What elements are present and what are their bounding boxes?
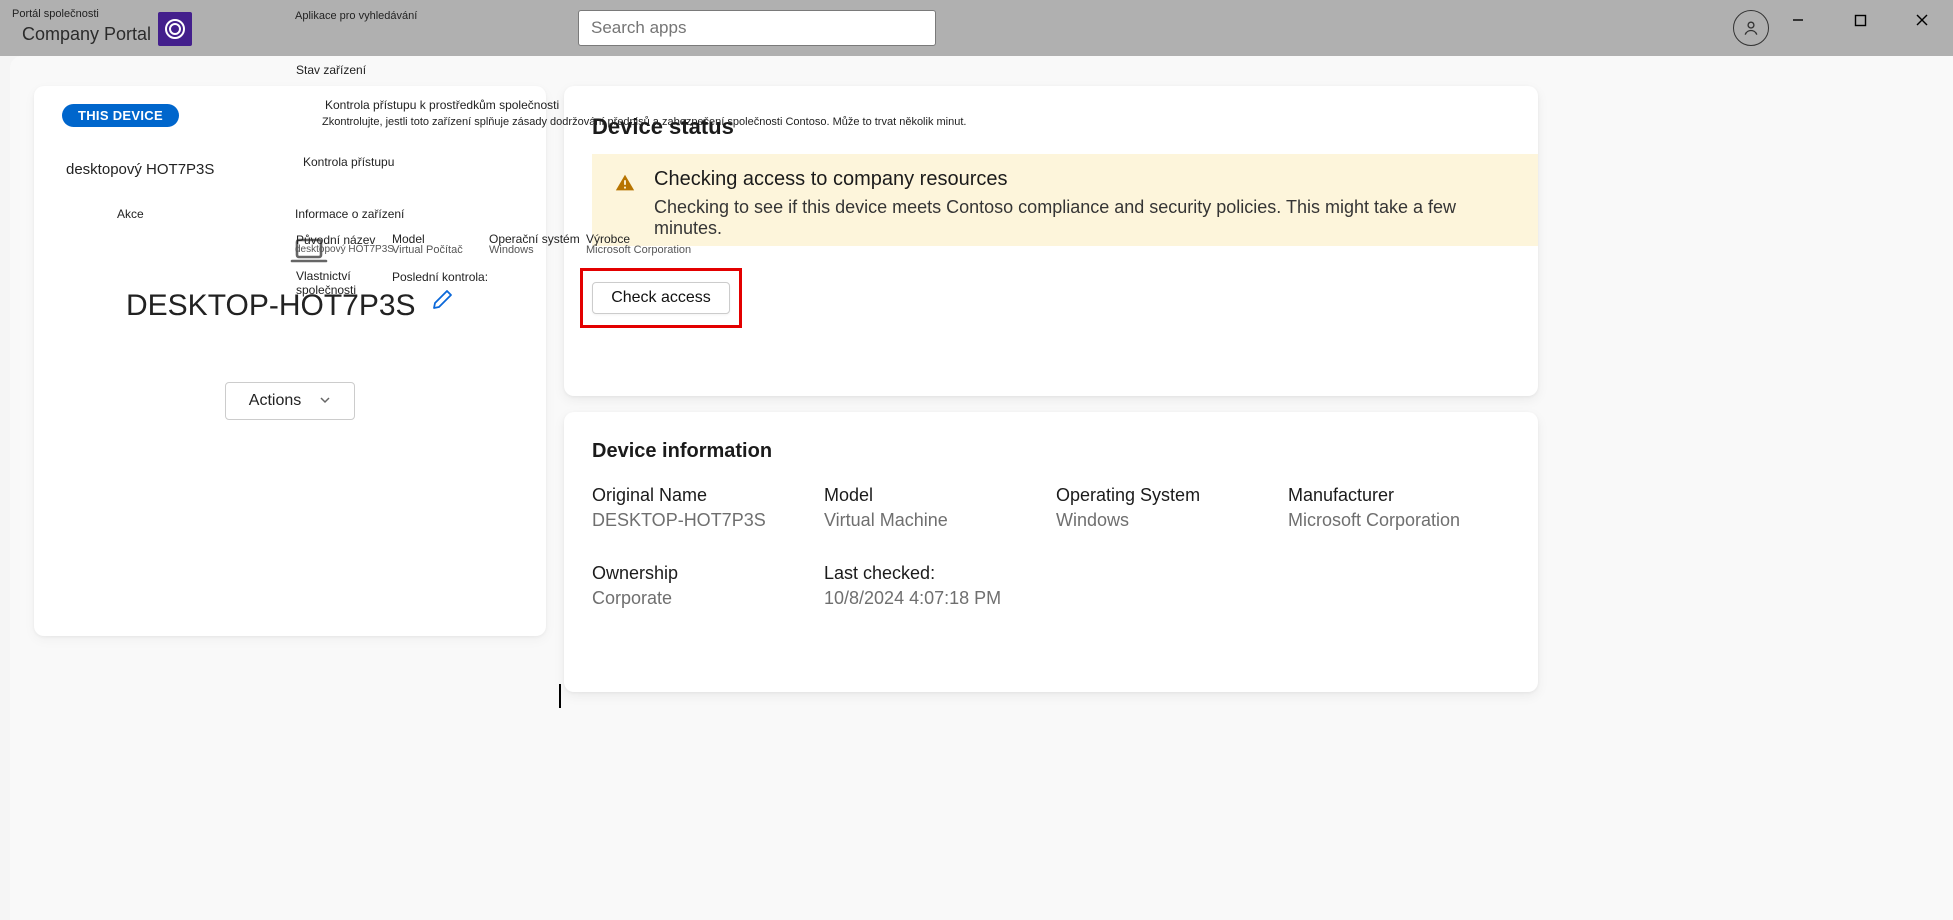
original-name-value: DESKTOP-HOT7P3S [592,510,814,531]
chevron-down-icon [319,394,331,409]
overlay-kontrola-desc: Zkontrolujte, jestli toto zařízení splňu… [322,116,966,128]
overlay-akce: Akce [117,207,144,221]
window-controls [1767,0,1953,40]
notice-description: Checking to see if this device meets Con… [654,197,1516,239]
overlay-kontrola-pristupu: Kontrola přístupu [303,155,394,169]
device-info-heading: Device information [592,440,1510,463]
this-device-badge: THIS DEVICE [62,104,179,127]
overlay-vlast-label: Vlastnictví [296,269,351,283]
search-input[interactable] [578,10,936,46]
device-name: DESKTOP-HOT7P3S [126,289,416,323]
os-label: Operating System [1056,485,1278,506]
device-status-card: Device status Checking access to company… [564,86,1538,396]
overlay-vlast2-label: společnosti [296,283,356,297]
model-value: Virtual Machine [824,510,1046,531]
rename-button[interactable] [430,288,454,317]
titlebar: Portál společnosti Company Portal Aplika… [0,0,1953,56]
device-info-card: Device information Original Name DESKTOP… [564,412,1538,692]
company-portal-logo-icon [158,12,192,46]
overlay-info-label: Informace o zařízení [295,207,404,221]
info-model: Model Virtual Machine [824,485,1046,531]
lastchecked-value: 10/8/2024 4:07:18 PM [824,588,1046,609]
os-value: Windows [1056,510,1278,531]
info-ownership: Ownership Corporate [592,563,814,609]
info-lastchecked: Last checked: 10/8/2024 4:07:18 PM [824,563,1046,609]
actions-dropdown[interactable]: Actions [225,382,355,420]
info-os: Operating System Windows [1056,485,1278,531]
search-label-small: Aplikace pro vyhledávání [295,10,417,22]
original-name-label: Original Name [592,485,814,506]
app-title: Company Portal [22,24,151,45]
overlay-model-value: Virtual Počítač [392,244,463,256]
overlay-kontrola-title: Kontrola přístupu k prostředkům společno… [325,98,559,112]
content-area: THIS DEVICE desktopový HOT7P3S DESKTOP-H… [10,56,1953,920]
actions-label: Actions [249,392,301,410]
minimize-button[interactable] [1767,0,1829,40]
model-label: Model [824,485,1046,506]
manufacturer-label: Manufacturer [1288,485,1510,506]
lastchecked-label: Last checked: [824,563,1046,584]
overlay-puvodni-value: desktopový HOT7P3S [295,244,394,255]
maximize-button[interactable] [1829,0,1891,40]
overlay-vyrobce-value: Microsoft Corporation [586,244,691,256]
notice-title: Checking access to company resources [654,168,1516,191]
user-account-button[interactable] [1733,10,1769,46]
text-cursor-icon [559,684,561,708]
close-button[interactable] [1891,0,1953,40]
check-access-highlight: Check access [580,268,742,328]
info-original-name: Original Name DESKTOP-HOT7P3S [592,485,814,531]
ownership-label: Ownership [592,563,814,584]
overlay-os-value: Windows [489,244,534,256]
ownership-value: Corporate [592,588,814,609]
status-notice: Checking access to company resources Che… [592,154,1538,246]
check-access-button[interactable]: Check access [592,282,730,314]
manufacturer-value: Microsoft Corporation [1288,510,1510,531]
device-summary-card: THIS DEVICE desktopový HOT7P3S DESKTOP-H… [34,86,546,636]
overlay-posledni-label: Poslední kontrola: [392,270,488,284]
overlay-stav-label: Stav zařízení [296,63,366,77]
info-manufacturer: Manufacturer Microsoft Corporation [1288,485,1510,531]
app-label-small: Portál společnosti [12,8,99,20]
